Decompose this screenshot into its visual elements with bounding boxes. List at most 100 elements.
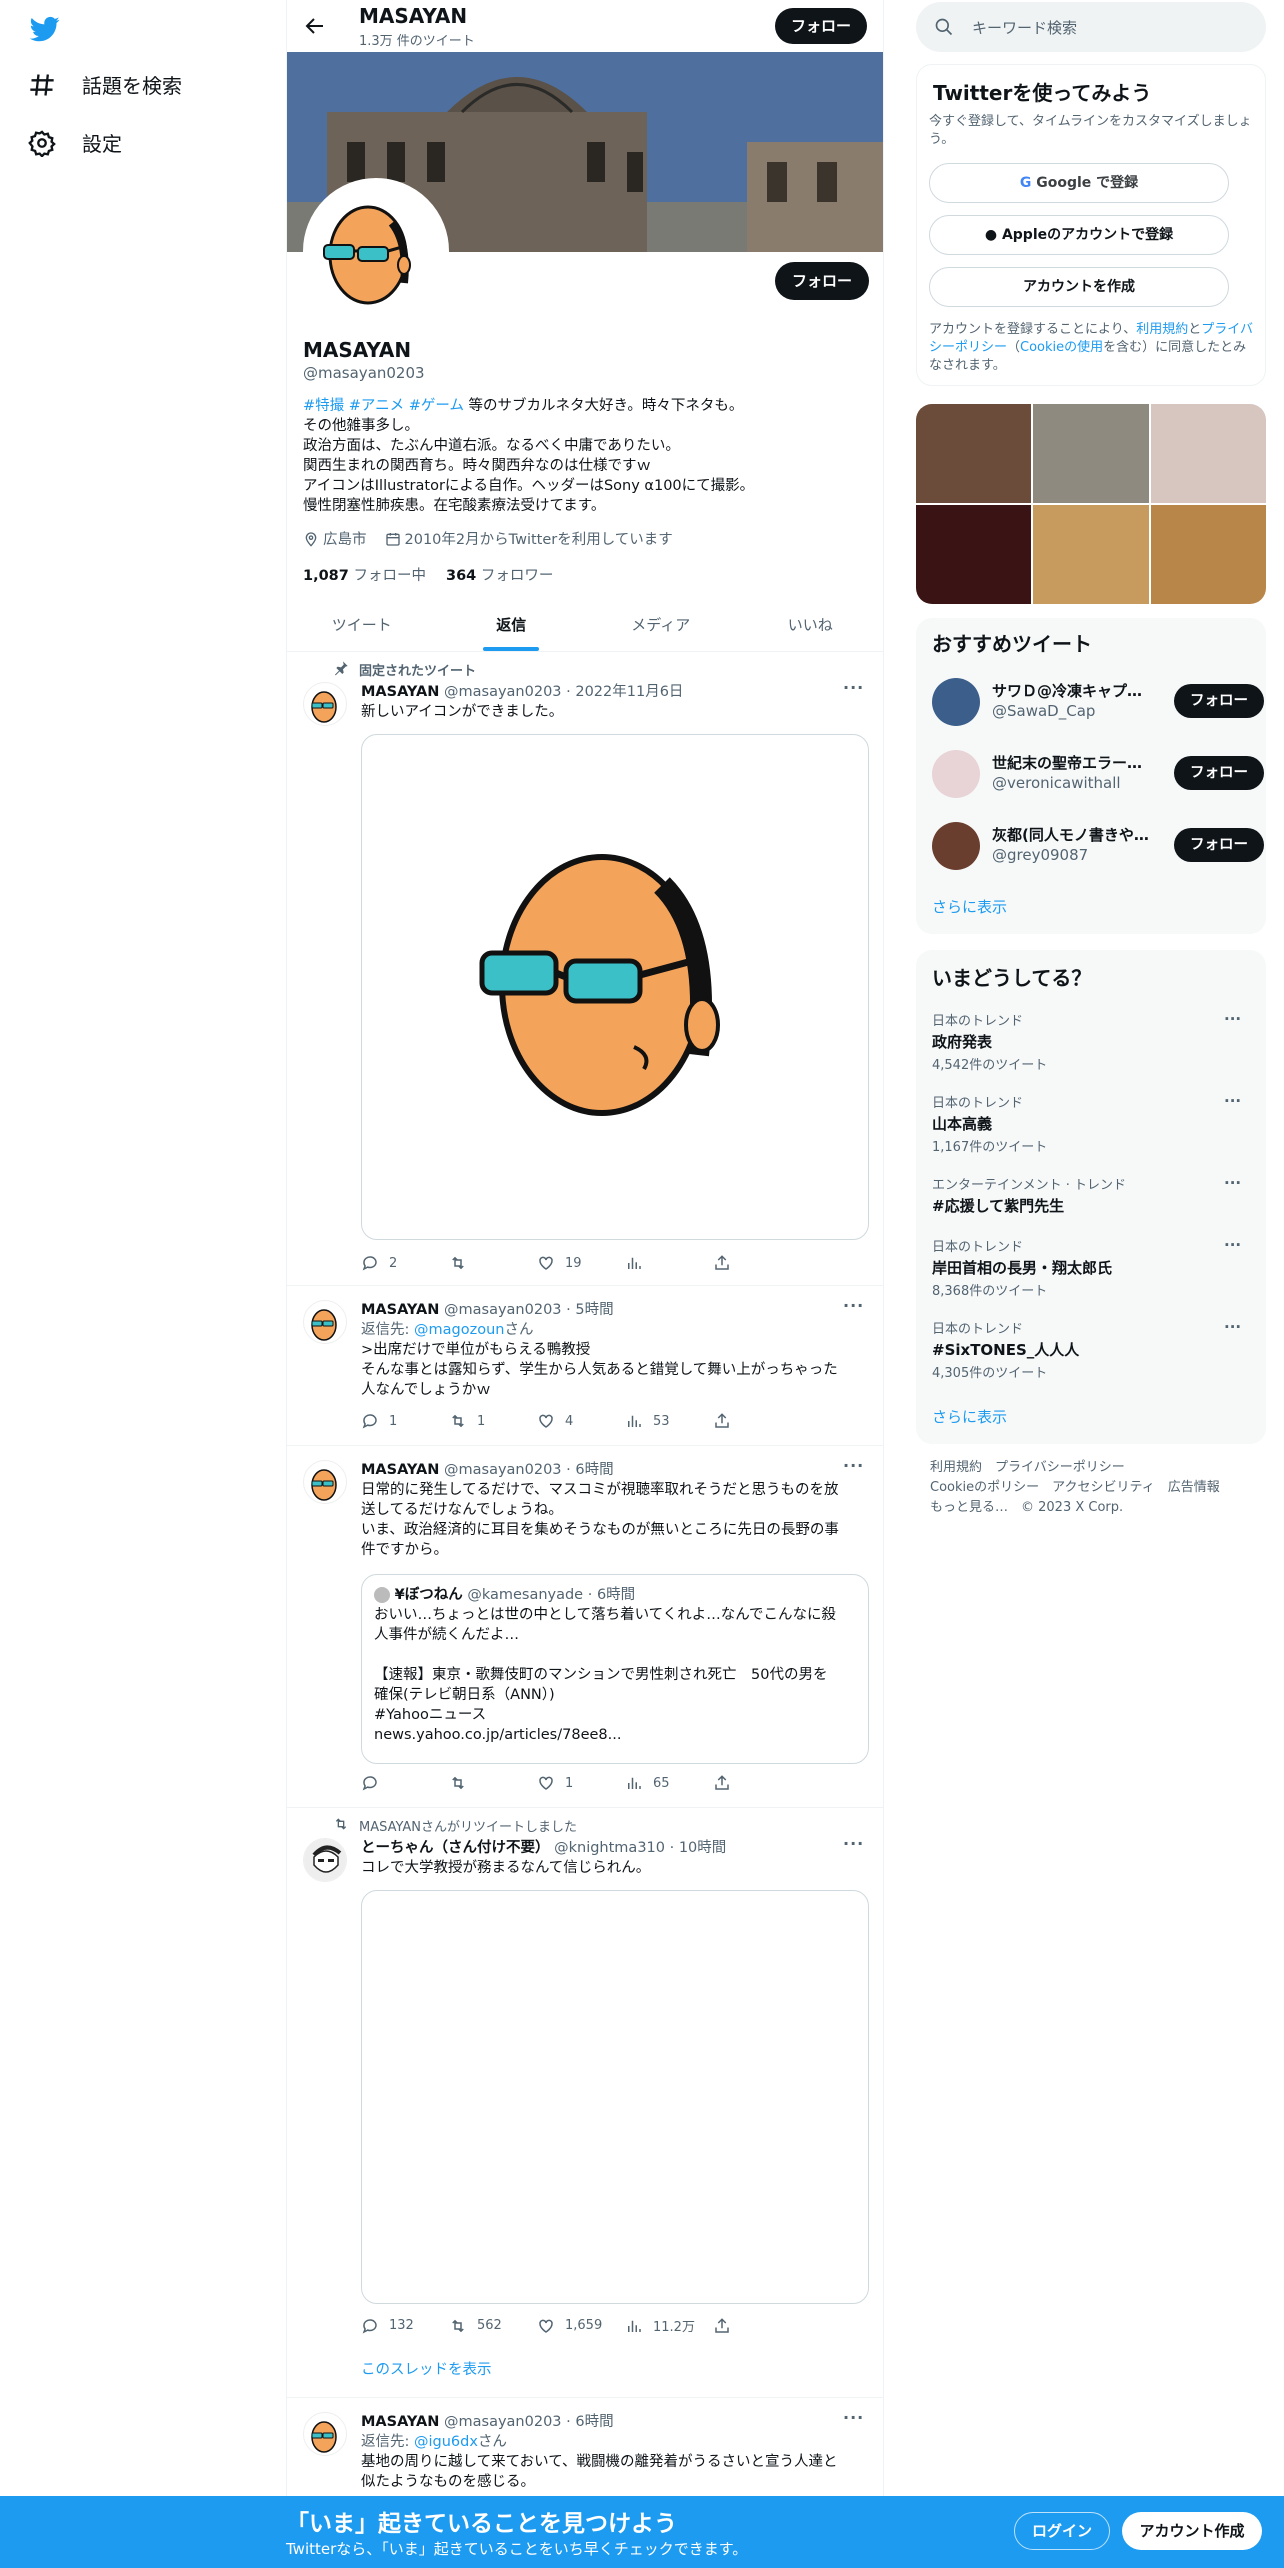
tweet-media-blank[interactable] (361, 1890, 869, 2304)
tweet-time[interactable]: 5時間 (575, 1302, 613, 1318)
more-icon[interactable]: ··· (843, 1296, 865, 1315)
views-button[interactable]: 53 (625, 1412, 713, 1430)
views-button[interactable]: 11.2万 (625, 2316, 713, 2335)
retweet-button[interactable]: 562 (449, 2316, 537, 2335)
tweet-time[interactable]: 6時間 (575, 2414, 613, 2430)
tab-tweets[interactable]: ツイート (287, 600, 437, 651)
bio-hashtag-game[interactable]: #ゲーム (409, 398, 464, 414)
tweet-reply-1[interactable]: MASAYAN @masayan0203 · 5時間 ··· 返信先: @mag… (287, 1286, 883, 1446)
trend-item[interactable]: エンターテインメント · トレンド #応援して紫門先生 ··· (932, 1174, 1252, 1216)
reply-button[interactable]: 1 (361, 1412, 449, 1430)
tweet-author-name[interactable]: MASAYAN (361, 684, 439, 700)
share-button[interactable] (713, 1254, 801, 1272)
signup-button[interactable]: アカウント作成 (1122, 2512, 1262, 2550)
reply-button[interactable]: 132 (361, 2316, 449, 2335)
login-button[interactable]: ログイン (1014, 2512, 1110, 2550)
more-icon[interactable]: ··· (1224, 1174, 1241, 1192)
reply-to-link[interactable]: @igu6dx (414, 2434, 478, 2450)
tweet-author-name[interactable]: とーちゃん（さん付け不要） (361, 1840, 550, 1856)
tab-replies[interactable]: 返信 (437, 600, 587, 651)
back-arrow-icon[interactable] (303, 14, 327, 38)
follow-button[interactable]: フォロー (1174, 684, 1264, 718)
media-grid[interactable] (916, 404, 1266, 604)
footer-line[interactable]: Cookieのポリシー アクセシビリティ 広告情報 (930, 1478, 1250, 1498)
profile-avatar[interactable] (303, 178, 449, 324)
views-button[interactable] (625, 1254, 713, 1272)
google-signup-button[interactable]: G Google で登録 (929, 163, 1229, 203)
tweet-time[interactable]: 6時間 (575, 1462, 613, 1478)
share-button[interactable] (713, 1412, 801, 1430)
retweet-button[interactable] (449, 1254, 537, 1272)
show-thread-link[interactable]: このスレッドを表示 (361, 2360, 869, 2380)
reply-button[interactable] (361, 1774, 449, 1792)
reply-button[interactable]: 2 (361, 1254, 449, 1272)
quoted-tweet[interactable]: ¥ぼつねん @kamesanyade · 6時間 おいい…ちょっとは世の中として… (361, 1574, 869, 1764)
recommended-user[interactable]: 世紀末の聖帝エラー… @veronicawithall フォロー (932, 744, 1264, 800)
reply-to-link[interactable]: @magozoun (414, 1322, 504, 1338)
like-button[interactable]: 1 (537, 1774, 625, 1792)
nav-explore[interactable]: 話題を検索 (28, 70, 182, 99)
cookie-link[interactable]: Cookieの使用 (1020, 340, 1103, 355)
like-button[interactable]: 19 (537, 1254, 625, 1272)
footer-line[interactable]: 利用規約 プライバシーポリシー (930, 1458, 1250, 1478)
terms-link[interactable]: 利用規約 (1136, 322, 1188, 337)
profile-follow-button[interactable]: フォロー (775, 262, 869, 300)
like-button[interactable]: 1,659 (537, 2316, 625, 2335)
more-icon[interactable]: ··· (1224, 1092, 1241, 1110)
more-icon[interactable]: ··· (843, 678, 865, 697)
trend-item[interactable]: 日本のトレンド #SixTONES_人人人 4,305件のツイート ··· (932, 1318, 1252, 1381)
tweet-with-quote[interactable]: MASAYAN @masayan0203 · 6時間 ··· 日常的に発生してる… (287, 1446, 883, 1808)
more-icon[interactable]: ··· (1224, 1318, 1241, 1336)
followers-link[interactable]: 364 フォロワー (446, 564, 553, 585)
avatar[interactable] (303, 1838, 347, 1882)
more-icon[interactable]: ··· (1224, 1236, 1241, 1254)
share-button[interactable] (713, 2316, 801, 2335)
media-thumb[interactable] (1150, 505, 1266, 604)
create-account-button[interactable]: アカウントを作成 (929, 267, 1229, 307)
bio-hashtag-tokusatsu[interactable]: #特撮 (303, 398, 344, 414)
bio-hashtag-anime[interactable]: #アニメ (349, 398, 404, 414)
like-button[interactable]: 4 (537, 1412, 625, 1430)
twitter-bird-icon[interactable] (28, 14, 62, 44)
trend-item[interactable]: 日本のトレンド 政府発表 4,542件のツイート ··· (932, 1010, 1252, 1073)
avatar[interactable] (932, 678, 980, 726)
nav-settings[interactable]: 設定 (28, 128, 122, 157)
media-thumb[interactable] (1150, 404, 1266, 503)
more-icon[interactable]: ··· (843, 1456, 865, 1475)
tweet-image[interactable] (361, 734, 869, 1240)
avatar[interactable] (303, 2412, 347, 2456)
more-icon[interactable]: ··· (843, 2408, 865, 2427)
apple-signup-button[interactable]: ● Appleのアカウントで登録 (929, 215, 1229, 255)
media-thumb[interactable] (916, 505, 1032, 604)
retweet-button[interactable] (449, 1774, 537, 1792)
tweet-pinned[interactable]: 固定されたツイート MASAYAN @masayan0203 · 2022年11… (287, 652, 883, 1286)
avatar[interactable] (932, 750, 980, 798)
follow-button[interactable]: フォロー (1174, 756, 1264, 790)
media-thumb[interactable] (916, 404, 1032, 503)
tweet-author-name[interactable]: MASAYAN (361, 1462, 439, 1478)
avatar[interactable] (303, 682, 347, 726)
avatar[interactable] (303, 1300, 347, 1344)
following-link[interactable]: 1,087 フォロー中 (303, 564, 426, 585)
tweet-time[interactable]: 10時間 (679, 1840, 726, 1856)
avatar[interactable] (303, 1460, 347, 1504)
media-thumb[interactable] (1033, 404, 1149, 503)
more-icon[interactable]: ··· (1224, 1010, 1241, 1028)
follow-button[interactable]: フォロー (1174, 828, 1264, 862)
media-thumb[interactable] (1033, 505, 1149, 604)
recommended-user[interactable]: サワＤ@冷凍キャプ… @SawaD_Cap フォロー (932, 672, 1264, 728)
more-icon[interactable]: ··· (843, 1834, 865, 1853)
tweet-author-name[interactable]: MASAYAN (361, 2414, 439, 2430)
avatar[interactable] (932, 822, 980, 870)
tab-media[interactable]: メディア (586, 600, 736, 651)
views-button[interactable]: 65 (625, 1774, 713, 1792)
header-follow-button[interactable]: フォロー (775, 8, 867, 44)
retweet-button[interactable]: 1 (449, 1412, 537, 1430)
show-more-link[interactable]: さらに表示 (932, 896, 1007, 917)
tab-likes[interactable]: いいね (736, 600, 884, 651)
tweet-retweeted[interactable]: MASAYANさんがリツイートしました とーちゃん（さん付け不要） @knigh… (287, 1808, 883, 2398)
share-button[interactable] (713, 1774, 801, 1792)
footer-line[interactable]: もっと見る… © 2023 X Corp. (930, 1498, 1250, 1518)
tweet-author-name[interactable]: MASAYAN (361, 1302, 439, 1318)
tweet-time[interactable]: 2022年11月6日 (575, 684, 683, 700)
